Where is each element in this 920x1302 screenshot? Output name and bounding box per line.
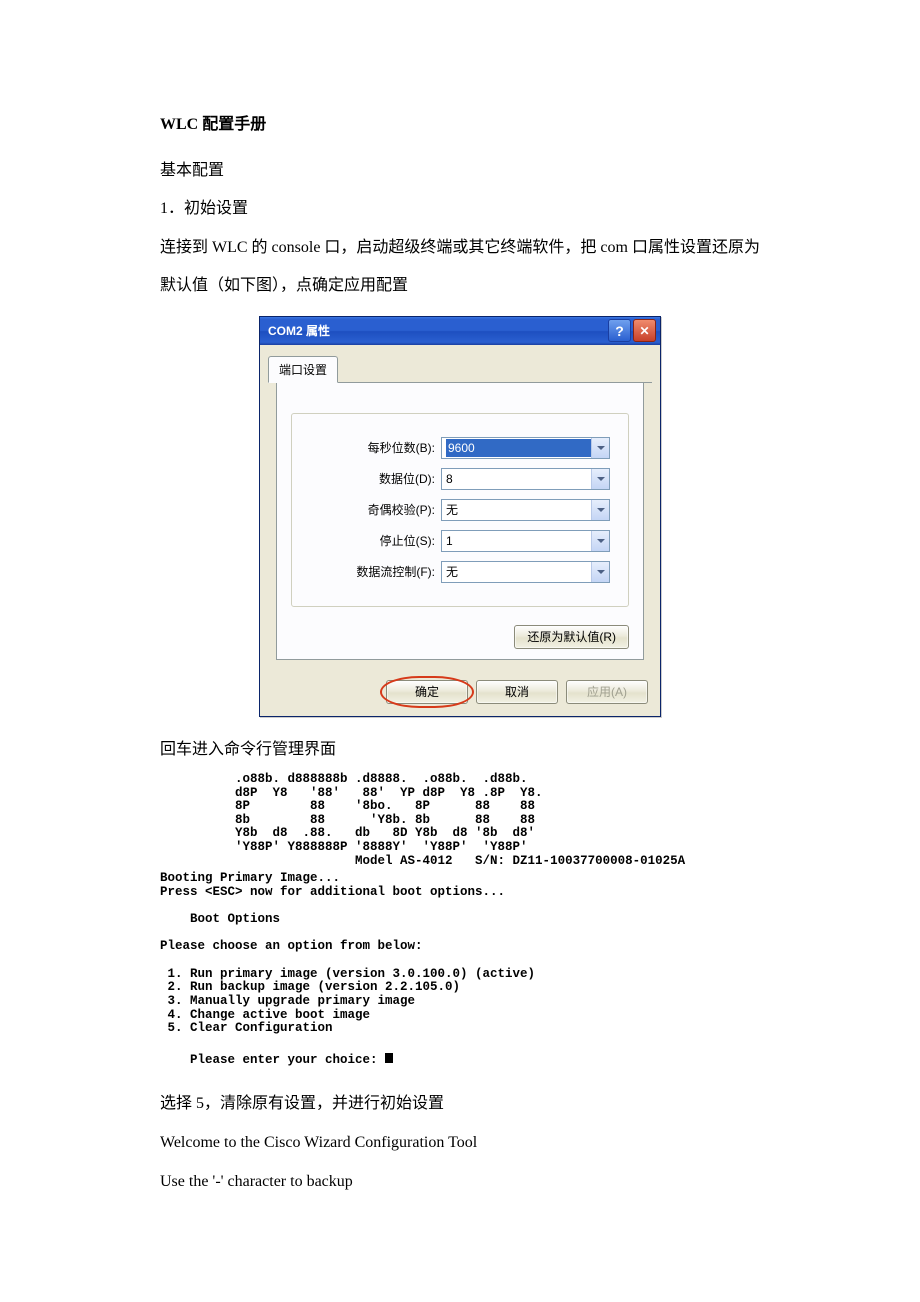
select-parity[interactable]: 无 [441,499,610,521]
restore-defaults-button[interactable]: 还原为默认值(R) [514,625,629,649]
doc-main-title: WLC 配置手册 [160,110,760,134]
dialog-container: COM2 属性 ? ✕ 端口设置 每秒位数(B): 9600 [160,316,760,717]
close-button[interactable]: ✕ [633,319,656,342]
label-databits: 数据位(D): [300,470,441,487]
doc-intro-paragraph: 连接到 WLC 的 console 口，启动超级终端或其它终端软件，把 com … [160,229,760,306]
doc-section-heading: 基本配置 [160,152,760,190]
dialog-title-text: COM2 属性 [268,322,606,339]
dialog-titlebar: COM2 属性 ? ✕ [260,317,660,345]
select-databits[interactable]: 8 [441,468,610,490]
label-parity: 奇偶校验(P): [300,501,441,518]
tab-strip: 端口设置 每秒位数(B): 9600 数据位(D): [260,345,660,660]
chevron-down-icon[interactable] [591,438,609,458]
chevron-down-icon[interactable] [591,469,609,489]
doc-choose-5: 选择 5，清除原有设置，并进行初始设置 [160,1086,760,1121]
label-stopbits: 停止位(S): [300,532,441,549]
label-baud: 每秒位数(B): [300,439,441,456]
select-stopbits[interactable]: 1 [441,530,610,552]
select-parity-value: 无 [446,501,591,518]
boot-prompt-line: Please enter your choice: [160,1040,760,1082]
row-stopbits: 停止位(S): 1 [300,530,610,552]
select-baud[interactable]: 9600 [441,437,610,459]
doc-backup-hint: Use the '-' character to backup [160,1164,760,1199]
select-databits-value: 8 [446,472,591,486]
document-page: WLC 配置手册 基本配置 1．初始设置 连接到 WLC 的 console 口… [0,0,920,1302]
chevron-down-icon[interactable] [591,562,609,582]
dialog-button-row: 确定 取消 应用(A) [260,668,660,716]
com-properties-dialog: COM2 属性 ? ✕ 端口设置 每秒位数(B): 9600 [259,316,661,717]
boot-prompt-text: Please enter your choice: [190,1053,385,1067]
row-databits: 数据位(D): 8 [300,468,610,490]
boot-ascii-art: .o88b. d888888b .d8888. .o88b. .d88b. d8… [160,773,760,868]
select-flowcontrol-value: 无 [446,563,591,580]
tab-pane: 每秒位数(B): 9600 数据位(D): 8 [276,383,644,660]
cursor-icon [385,1053,393,1063]
select-stopbits-value: 1 [446,534,591,548]
cancel-button[interactable]: 取消 [476,680,558,704]
row-baud: 每秒位数(B): 9600 [300,437,610,459]
select-flowcontrol[interactable]: 无 [441,561,610,583]
apply-button[interactable]: 应用(A) [566,680,648,704]
help-button[interactable]: ? [608,319,631,342]
row-parity: 奇偶校验(P): 无 [300,499,610,521]
tab-port-settings[interactable]: 端口设置 [268,356,338,383]
boot-output: Booting Primary Image... Press <ESC> now… [160,872,760,1036]
chevron-down-icon[interactable] [591,500,609,520]
doc-after-dialog: 回车进入命令行管理界面 [160,731,760,769]
select-baud-value: 9600 [446,439,591,457]
fieldset: 每秒位数(B): 9600 数据位(D): 8 [291,413,629,607]
doc-step-1: 1．初始设置 [160,190,760,228]
ok-button[interactable]: 确定 [386,680,468,704]
row-flowcontrol: 数据流控制(F): 无 [300,561,610,583]
doc-welcome-line: Welcome to the Cisco Wizard Configuratio… [160,1125,760,1160]
chevron-down-icon[interactable] [591,531,609,551]
ok-highlight: 确定 [386,680,468,704]
label-flowcontrol: 数据流控制(F): [300,563,441,580]
